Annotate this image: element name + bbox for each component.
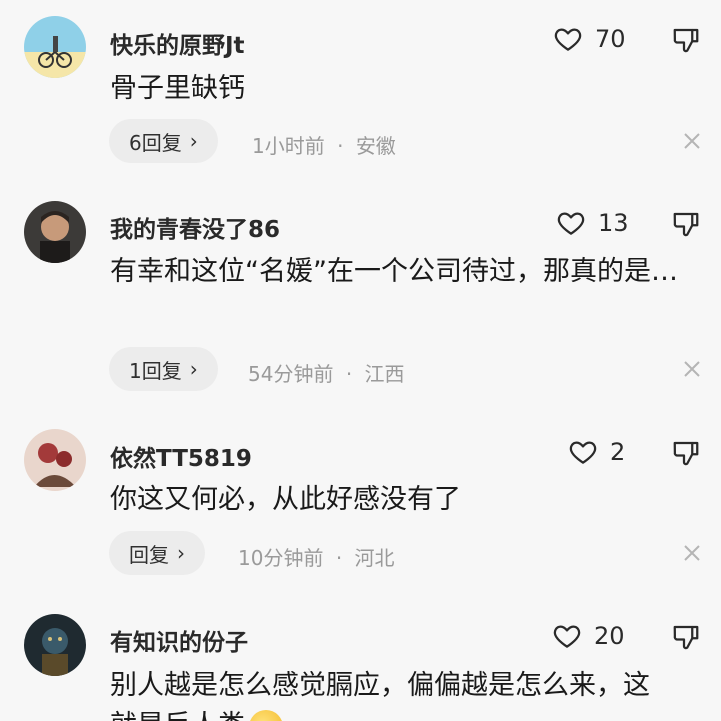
close-icon[interactable] xyxy=(681,130,703,152)
heart-icon xyxy=(569,441,597,464)
dislike-icon[interactable] xyxy=(671,209,701,239)
comment-location: 江西 xyxy=(364,362,405,386)
username[interactable]: 有知识的份子 xyxy=(110,623,248,657)
heart-icon xyxy=(557,212,585,235)
comment-meta: 1小时前 · 安徽 xyxy=(252,130,396,159)
reply-label: 回复 xyxy=(129,542,169,567)
smile-emoji-icon xyxy=(249,709,283,721)
dislike-icon[interactable] xyxy=(671,622,701,652)
comment-location: 河北 xyxy=(354,546,395,570)
comment-text-continued: 就是反人类 xyxy=(110,710,245,721)
like-button[interactable]: 2 xyxy=(568,437,625,467)
dislike-icon[interactable] xyxy=(671,438,701,468)
heart-icon xyxy=(553,625,581,648)
like-button[interactable]: 13 xyxy=(556,208,629,238)
chevron-right-icon: › xyxy=(189,357,198,381)
comment-meta: 10分钟前 · 河北 xyxy=(238,542,395,571)
username[interactable]: 快乐的原野Jt xyxy=(110,26,245,60)
reply-count: 6回复 xyxy=(129,130,182,155)
comment-time: 54分钟前 xyxy=(248,362,334,386)
comment-meta: 54分钟前 · 江西 xyxy=(248,358,405,387)
like-count: 70 xyxy=(595,25,626,53)
like-button[interactable]: 70 xyxy=(553,24,626,54)
meta-separator: · xyxy=(345,362,353,386)
chevron-right-icon: › xyxy=(189,129,198,153)
reply-button[interactable]: 回复 › xyxy=(109,531,205,575)
username[interactable]: 依然TT5819 xyxy=(110,439,252,473)
user-avatar[interactable] xyxy=(24,614,86,676)
chevron-right-icon: › xyxy=(177,541,185,565)
comment-text: 你这又何必，从此好感没有了 xyxy=(110,484,461,515)
close-icon[interactable] xyxy=(681,542,703,564)
comment-text: 骨子里缺钙 xyxy=(110,73,245,104)
meta-separator: · xyxy=(335,546,343,570)
comment-location: 安徽 xyxy=(355,134,396,158)
user-avatar[interactable] xyxy=(24,429,86,491)
dislike-icon[interactable] xyxy=(671,25,701,55)
username[interactable]: 我的青春没了86 xyxy=(110,210,280,244)
view-replies-button[interactable]: 6回复 › xyxy=(109,119,218,163)
close-icon[interactable] xyxy=(681,358,703,380)
view-replies-button[interactable]: 1回复 › xyxy=(109,347,218,391)
like-count: 20 xyxy=(594,622,625,650)
like-count: 2 xyxy=(610,438,626,466)
user-avatar[interactable] xyxy=(24,201,86,263)
meta-separator: · xyxy=(337,134,344,158)
comment-text: 有幸和这位“名媛”在一个公司待过，那真的是… xyxy=(110,256,678,287)
comment-time: 10分钟前 xyxy=(238,546,324,570)
reply-count: 1回复 xyxy=(129,358,182,383)
user-avatar[interactable] xyxy=(24,16,86,78)
comment-time: 1小时前 xyxy=(252,134,325,158)
comment-text-line2: 就是反人类 xyxy=(110,703,700,721)
like-button[interactable]: 20 xyxy=(552,621,625,651)
heart-icon xyxy=(554,28,582,51)
like-count: 13 xyxy=(598,209,629,237)
